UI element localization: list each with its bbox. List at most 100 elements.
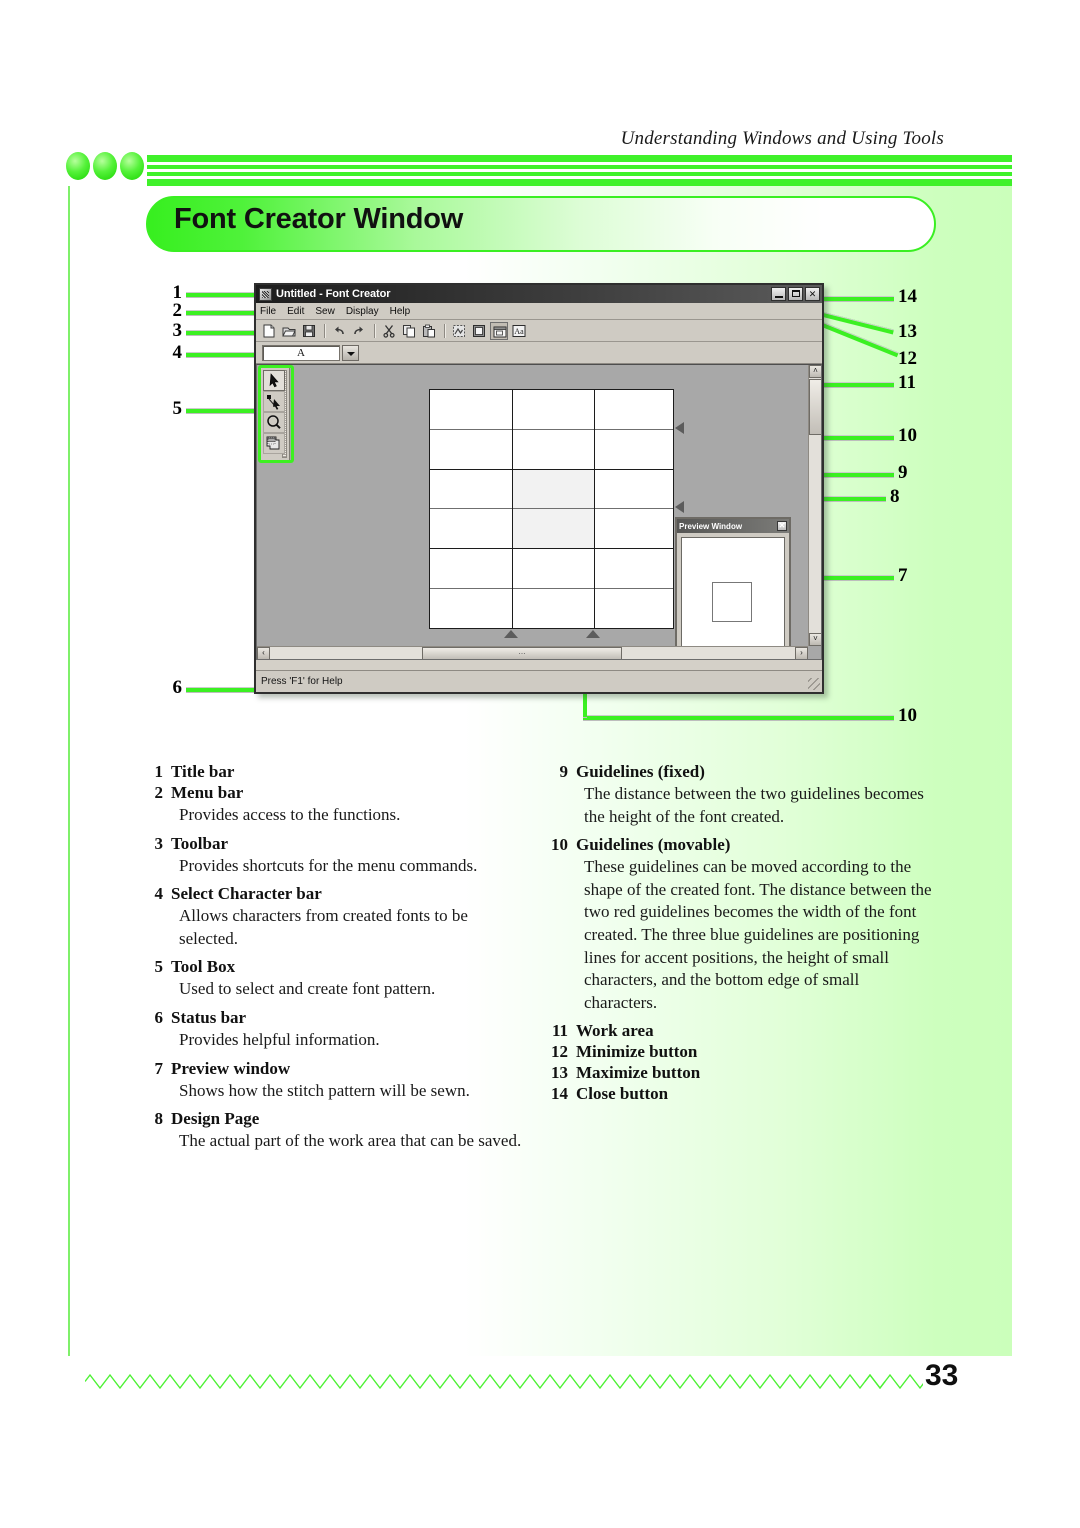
chevron-down-icon[interactable] (342, 344, 359, 361)
horizontal-scrollbar[interactable]: ‹ ⋯ › (257, 646, 808, 659)
paste-button[interactable] (420, 322, 438, 340)
save-button[interactable] (300, 322, 318, 340)
callout-number-9: 9 (898, 462, 908, 483)
legend-number: 14 (551, 1084, 568, 1104)
scissors-icon (383, 324, 395, 338)
leader-line-3 (186, 330, 256, 336)
chevron-up-icon: ˄ (813, 366, 818, 375)
legend-term: Guidelines (fixed) (576, 762, 705, 781)
scroll-left-button[interactable]: ‹ (257, 647, 270, 659)
sew-button[interactable] (450, 322, 468, 340)
menu-item-sew[interactable]: Sew (315, 306, 334, 317)
guideline-movable-middle[interactable] (430, 508, 673, 509)
header-decoration-dots (66, 152, 146, 182)
legend-column-right: 9 Guidelines (fixed) The distance betwee… (550, 762, 945, 1105)
guideline-movable-bottom[interactable] (430, 588, 673, 589)
menu-item-help[interactable]: Help (390, 306, 411, 317)
header-rule-1 (147, 155, 1012, 162)
legend-number: 3 (154, 833, 164, 853)
maximize-button[interactable] (788, 287, 803, 301)
design-page-icon (473, 324, 485, 337)
legend-number: 4 (154, 884, 164, 904)
callout-number-3: 3 (172, 320, 183, 341)
toolbar-separator-2 (374, 323, 376, 338)
copy-icon (403, 324, 415, 337)
zoom-tool-button[interactable] (263, 412, 285, 433)
legend-number: 6 (154, 1008, 164, 1028)
guideline-marker-up-2[interactable] (586, 630, 600, 638)
design-page-button[interactable] (470, 322, 488, 340)
menu-item-edit[interactable]: Edit (287, 306, 304, 317)
open-folder-button[interactable] (280, 322, 298, 340)
paste-icon (423, 324, 435, 337)
pattern-tool-button[interactable] (263, 433, 285, 454)
legend-number: 1 (154, 762, 164, 781)
point-edit-tool-button[interactable] (263, 391, 285, 412)
undo-arrow-icon (335, 326, 344, 334)
preview-window[interactable]: Preview Window ✕ (675, 517, 791, 657)
select-tool-button[interactable] (263, 370, 285, 391)
callout-number-11: 11 (898, 372, 916, 393)
guideline-movable-top[interactable] (430, 429, 673, 430)
leader-line-10b (583, 715, 894, 721)
new-document-button[interactable] (260, 322, 278, 340)
title-bar[interactable]: Untitled - Font Creator ✕ (256, 285, 822, 303)
close-button[interactable]: ✕ (805, 287, 820, 301)
window-controls: ✕ (771, 287, 820, 301)
chevron-down-icon: ˅ (813, 634, 818, 643)
legend-description: The distance between the two guidelines … (584, 784, 924, 826)
stitch-pattern-icon (85, 1373, 923, 1390)
legend-term: Toolbar (171, 833, 229, 853)
guideline-vertical-left[interactable] (512, 390, 513, 628)
sew-icon (453, 324, 465, 337)
leader-line-2 (186, 310, 256, 316)
undo-button[interactable] (330, 322, 348, 340)
legend-description: Provides shortcuts for the menu commands… (179, 855, 478, 875)
footer-stitch-rule (85, 1373, 923, 1390)
horizontal-scroll-thumb[interactable]: ⋯ (422, 647, 622, 659)
magnifier-icon (267, 415, 281, 429)
preview-window-title: Preview Window (679, 521, 743, 531)
legend-item-2: 2 Menu bar (145, 783, 540, 803)
legend-term: Menu bar (171, 783, 244, 802)
legend-number: 12 (551, 1042, 568, 1062)
preview-window-close-button[interactable]: ✕ (777, 521, 787, 531)
guideline-marker-left-1[interactable] (675, 422, 684, 434)
legend-item-13: 13 Maximize button (550, 1063, 945, 1083)
callout-number-5: 5 (172, 398, 183, 419)
legend-column-left: 1 Title bar 2 Menu bar Provides access t… (145, 762, 540, 1160)
copy-button[interactable] (400, 322, 418, 340)
header-rule-bars (147, 155, 1012, 186)
redo-button[interactable] (350, 322, 368, 340)
legend-description: Provides access to the functions. (179, 805, 401, 824)
resize-grip[interactable] (808, 678, 820, 690)
legend-description: The actual part of the work area that ca… (179, 1131, 522, 1151)
font-property-button[interactable]: Aa (510, 322, 528, 340)
font-aa-icon: Aa (512, 324, 526, 337)
legend-term: Design Page (171, 1109, 260, 1129)
character-select-input[interactable]: A (262, 344, 340, 361)
guideline-marker-left-2[interactable] (675, 501, 684, 513)
scroll-down-button[interactable]: ˅ (809, 633, 821, 646)
cut-button[interactable] (380, 322, 398, 340)
legend-term: Preview window (171, 1058, 291, 1078)
status-bar-text: Press 'F1' for Help (261, 676, 343, 687)
preview-window-title-bar[interactable]: Preview Window ✕ (677, 519, 789, 533)
guideline-marker-up-1[interactable] (504, 630, 518, 638)
menu-item-display[interactable]: Display (346, 306, 379, 317)
legend-item-12: 12 Minimize button (550, 1042, 945, 1062)
vertical-scroll-thumb[interactable] (809, 379, 821, 435)
work-area[interactable]: Preview Window ✕ ˄ ˅ ‹ ⋯ › (256, 364, 822, 660)
preview-button[interactable] (490, 321, 508, 340)
scroll-up-button[interactable]: ˄ (809, 365, 821, 378)
legend-term: Guidelines (movable) (576, 835, 731, 855)
menu-bar: File Edit Sew Display Help (256, 303, 822, 320)
scroll-right-button[interactable]: › (795, 647, 808, 659)
design-page[interactable] (429, 389, 674, 629)
menu-item-file[interactable]: File (260, 306, 276, 317)
minimize-button[interactable] (771, 287, 786, 301)
vertical-scrollbar[interactable]: ˄ ˅ (808, 365, 821, 646)
legend-number: 5 (154, 957, 164, 977)
guideline-vertical-right[interactable] (594, 390, 595, 628)
toolbar-separator-3 (444, 323, 446, 338)
